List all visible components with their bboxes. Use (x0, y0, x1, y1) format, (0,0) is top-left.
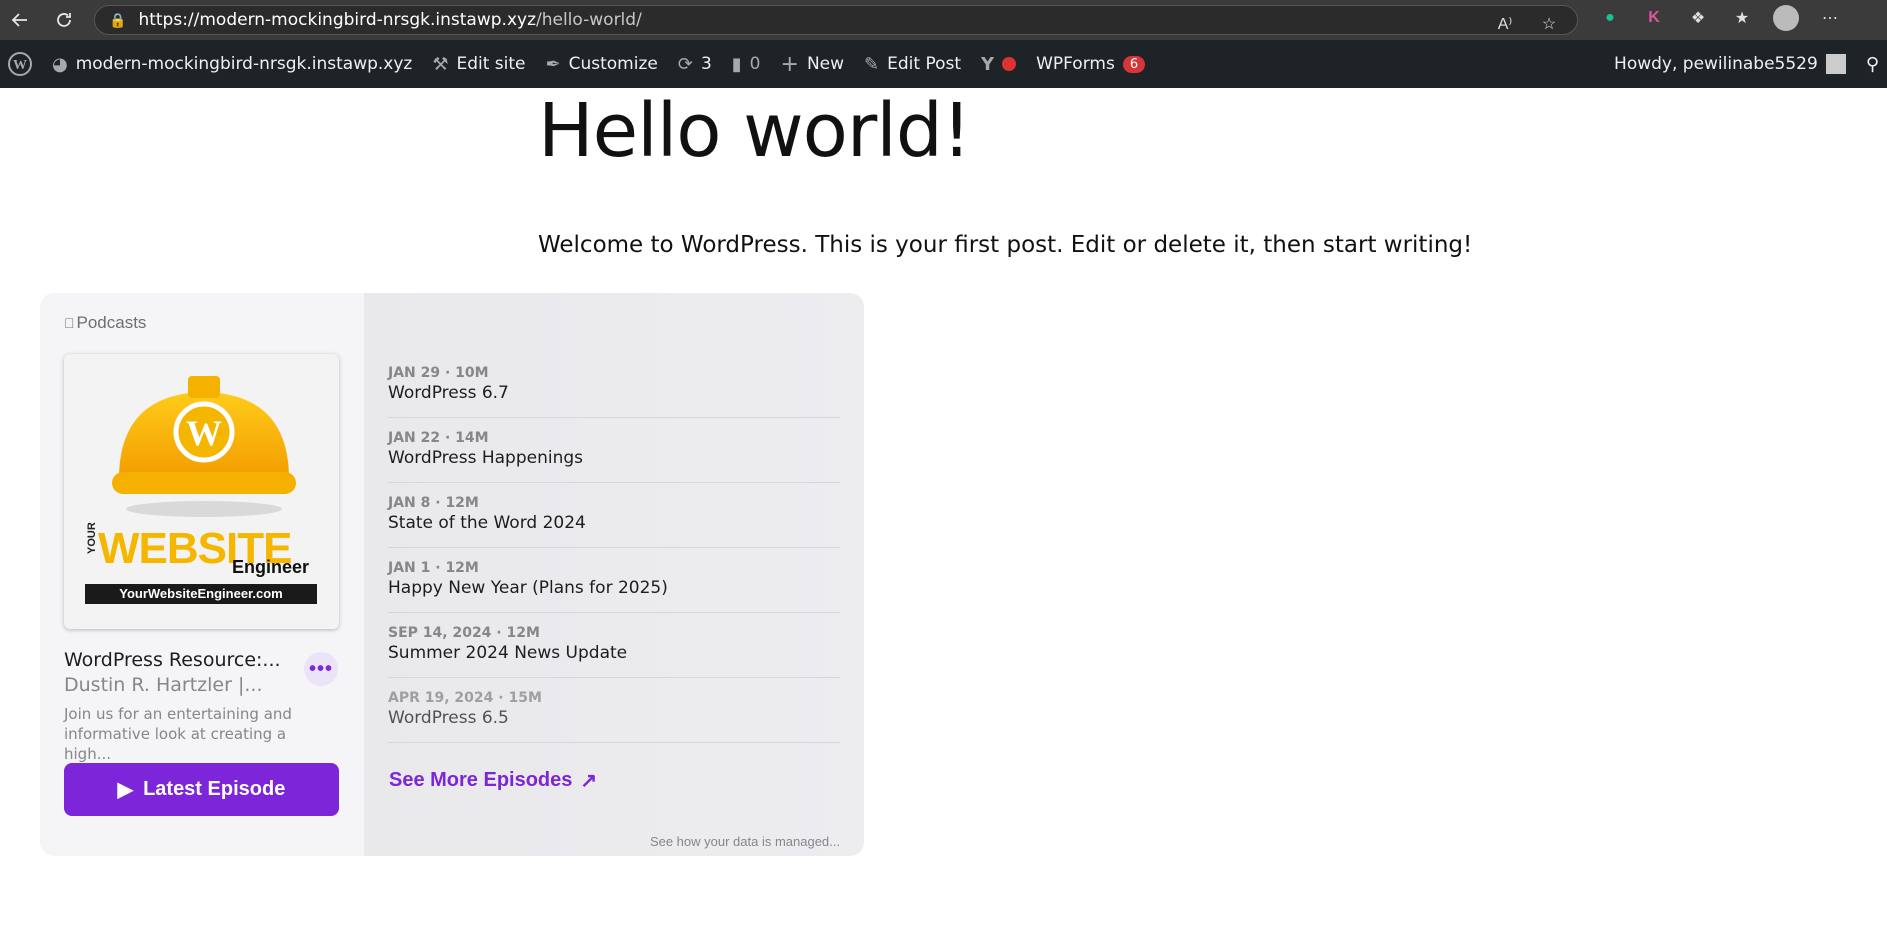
search-icon[interactable]: ⚲ (1856, 40, 1887, 88)
profile-avatar-icon[interactable] (1772, 4, 1800, 32)
edit-site-label: Edit site (456, 54, 526, 74)
dashboard-icon: ◕ (52, 53, 68, 75)
see-more-episodes-link[interactable]: See More Episodes ↗ (389, 768, 597, 793)
arrow-up-right-icon: ↗ (580, 770, 598, 792)
artwork-engineer-text: Engineer (231, 557, 309, 577)
favorite-star-icon[interactable]: ☆ (1535, 10, 1563, 38)
howdy-label: Howdy, pewilinabe5529 (1614, 54, 1818, 74)
post-body: Welcome to WordPress. This is your first… (538, 232, 1473, 258)
post-title: Hello world! (538, 88, 972, 174)
site-name-menu[interactable]: ◕ modern-mockingbird-nrsgk.instawp.xyz (42, 40, 422, 88)
updates-icon: ⟳ (677, 53, 693, 75)
site-name-label: modern-mockingbird-nrsgk.instawp.xyz (75, 54, 413, 74)
grammarly-icon[interactable]: ● (1596, 4, 1624, 32)
episode-title: State of the Word 2024 (388, 513, 586, 533)
brush-icon: ✒ (545, 53, 561, 75)
new-label: New (806, 54, 845, 74)
wp-logo-icon[interactable]: W (0, 40, 42, 88)
show-author[interactable]: Dustin R. Hartzler |... (64, 674, 263, 696)
episode-meta: SEP 14, 2024 · 12M (388, 625, 540, 641)
updates-menu[interactable]: ⟳ 3 (668, 40, 722, 88)
comments-menu[interactable]: ▮ 0 (722, 40, 771, 88)
customize-label: Customize (568, 54, 658, 74)
hammer-icon: ⚒ (432, 53, 449, 75)
episode-item[interactable]: APR 19, 2024 · 15M WordPress 6.5 (388, 678, 840, 743)
artwork-url-strip: YourWebsiteEngineer.com (85, 584, 317, 604)
wpforms-label: WPForms (1036, 54, 1115, 74)
customize-menu[interactable]: ✒ Customize (536, 40, 668, 88)
more-menu-icon[interactable]: ⋯ (1816, 4, 1844, 32)
episode-title: WordPress 6.5 (388, 708, 509, 728)
favorites-icon[interactable]: ★ (1728, 4, 1756, 32)
latest-episode-button[interactable]: ▶ Latest Episode (64, 763, 339, 816)
back-icon[interactable] (2, 2, 38, 38)
pencil-icon: ✎ (864, 53, 880, 75)
updates-count: 3 (700, 54, 712, 74)
seo-menu[interactable]: Y (971, 40, 1026, 88)
wp-admin-bar: W ◕ modern-mockingbird-nrsgk.instawp.xyz… (0, 40, 1887, 88)
wpforms-badge: 6 (1122, 55, 1146, 73)
apple-icon:  (64, 315, 75, 331)
episode-meta: JAN 8 · 12M (388, 495, 479, 511)
browser-toolbar: 🔒 https://modern-mockingbird-nrsgk.insta… (0, 0, 1887, 40)
episode-title: Happy New Year (Plans for 2025) (388, 578, 668, 598)
episode-title: WordPress Happenings (388, 448, 584, 468)
episode-meta: APR 19, 2024 · 15M (388, 690, 542, 706)
episode-item[interactable]: SEP 14, 2024 · 12M Summer 2024 News Upda… (388, 613, 840, 678)
new-content-menu[interactable]: + New (771, 40, 855, 88)
comments-count: 0 (749, 54, 761, 74)
episode-meta: JAN 22 · 14M (388, 430, 489, 446)
episode-meta: JAN 1 · 12M (388, 560, 479, 576)
edit-post-label: Edit Post (887, 54, 962, 74)
comment-icon: ▮ (731, 53, 742, 75)
yoast-icon: Y (981, 53, 995, 75)
play-icon: ▶ (117, 779, 134, 801)
url-text: https://modern-mockingbird-nrsgk.instawp… (138, 10, 642, 30)
read-aloud-icon[interactable]: A⁾ (1491, 10, 1519, 38)
seo-status-icon (1002, 57, 1017, 71)
user-avatar (1825, 54, 1846, 74)
episode-title: WordPress 6.7 (388, 383, 509, 403)
show-description: Join us for an entertaining and informat… (64, 705, 292, 763)
podcasts-brand-label: Podcasts (66, 313, 147, 332)
account-menu[interactable]: Howdy, pewilinabe5529 (1604, 40, 1856, 88)
episode-list-panel: JAN 29 · 10M WordPress 6.7 JAN 22 · 14M … (364, 293, 864, 856)
latest-episode-label: Latest Episode (143, 778, 286, 800)
podcast-embed:  Podcasts W YOUR WEBSITE Engine (40, 293, 864, 856)
svg-text:W: W (13, 58, 27, 73)
svg-text:W: W (186, 413, 222, 453)
artwork-your-text: YOUR (86, 522, 98, 554)
edit-post-menu[interactable]: ✎ Edit Post (854, 40, 971, 88)
episode-item[interactable]: JAN 1 · 12M Happy New Year (Plans for 20… (388, 548, 840, 613)
episode-item[interactable]: JAN 22 · 14M WordPress Happenings (388, 418, 840, 483)
episode-meta: JAN 29 · 10M (388, 365, 489, 381)
podcast-show-panel:  Podcasts W YOUR WEBSITE Engine (40, 293, 364, 856)
podcast-artwork[interactable]: W YOUR WEBSITE Engineer YourWebsiteEngin… (64, 354, 339, 629)
episode-list: JAN 29 · 10M WordPress 6.7 JAN 22 · 14M … (388, 353, 840, 743)
refresh-icon[interactable] (46, 2, 82, 38)
helmet-icon: W (112, 376, 296, 517)
site-info-icon[interactable]: 🔒 (109, 12, 126, 29)
more-options-button[interactable]: ••• (304, 652, 338, 686)
episode-item[interactable]: JAN 29 · 10M WordPress 6.7 (388, 353, 840, 418)
address-bar[interactable]: 🔒 https://modern-mockingbird-nrsgk.insta… (94, 5, 1578, 35)
episode-title: Summer 2024 News Update (388, 643, 628, 663)
extensions-icon[interactable]: ❖ (1684, 4, 1712, 32)
podcasts-brand[interactable]:  Podcasts (64, 313, 340, 333)
plus-icon: + (780, 51, 799, 77)
show-title[interactable]: WordPress Resource:... (64, 649, 281, 671)
episode-item[interactable]: JAN 8 · 12M State of the Word 2024 (388, 483, 840, 548)
see-more-label: See More Episodes (389, 769, 573, 791)
data-management-link[interactable]: See how your data is managed... (650, 834, 840, 849)
edit-site-menu[interactable]: ⚒ Edit site (422, 40, 535, 88)
extension-k-icon[interactable]: K (1640, 4, 1668, 32)
wpforms-menu[interactable]: WPForms 6 (1026, 40, 1155, 88)
